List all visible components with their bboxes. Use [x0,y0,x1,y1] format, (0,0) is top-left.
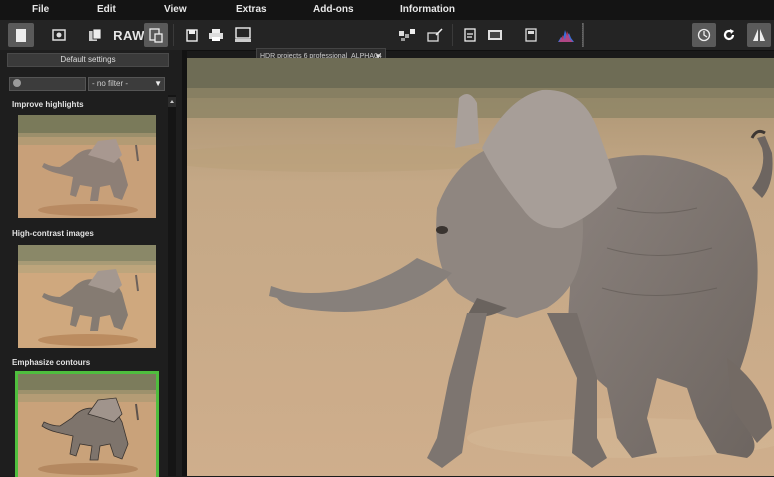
refresh-icon[interactable] [718,23,740,47]
preset-thumbnail-emphasize-contours[interactable] [15,371,159,477]
scroll-up-arrow-icon[interactable] [168,97,176,107]
menu-view[interactable]: View [164,4,187,15]
new-document-icon[interactable] [8,23,34,47]
toolbar: RAW HDR projects 6 professional_ALPHA04 … [0,20,774,63]
preset-title-improve-highlights: Improve highlights [12,100,84,109]
compare-icon[interactable] [484,23,506,47]
chevron-down-icon: ▼ [154,79,162,88]
filter-dropdown[interactable]: - no filter - ▼ [88,77,165,91]
filter-dropdown-value: - no filter - [92,79,129,88]
search-icon [13,79,21,87]
open-image-icon[interactable] [47,23,71,47]
export-icon[interactable] [460,23,480,47]
main-image-preview[interactable] [187,58,774,476]
menu-bar: File Edit View Extras Add-ons Informatio… [0,0,774,20]
save-icon[interactable] [182,23,202,47]
preset-thumbnail-high-contrast[interactable] [18,245,156,348]
split-view-icon[interactable] [747,23,771,47]
menu-extras[interactable]: Extras [236,4,267,15]
preset-thumbnail-improve-highlights[interactable] [18,115,156,218]
menu-file[interactable]: File [32,4,49,15]
sidebar-scrollbar[interactable] [168,95,176,476]
preset-title-high-contrast: High-contrast images [12,229,94,238]
raw-button[interactable]: RAW [113,23,144,47]
preset-search-input[interactable] [9,77,86,91]
open-series-icon[interactable] [83,23,107,47]
batch-icon[interactable] [144,23,168,47]
histogram-icon[interactable] [555,23,577,47]
auto-adjust-icon[interactable] [692,23,716,47]
menu-information[interactable]: Information [400,4,455,15]
print-icon[interactable] [205,23,227,47]
projects-icon[interactable] [232,23,254,47]
default-settings-button[interactable]: Default settings [7,53,169,67]
menu-add-ons[interactable]: Add-ons [313,4,354,15]
info-panel-icon[interactable] [521,23,541,47]
post-processing-icon[interactable] [424,23,446,47]
menu-edit[interactable]: Edit [97,4,116,15]
preset-title-emphasize-contours: Emphasize contours [12,358,91,367]
tonemapping-icon[interactable] [396,23,418,47]
